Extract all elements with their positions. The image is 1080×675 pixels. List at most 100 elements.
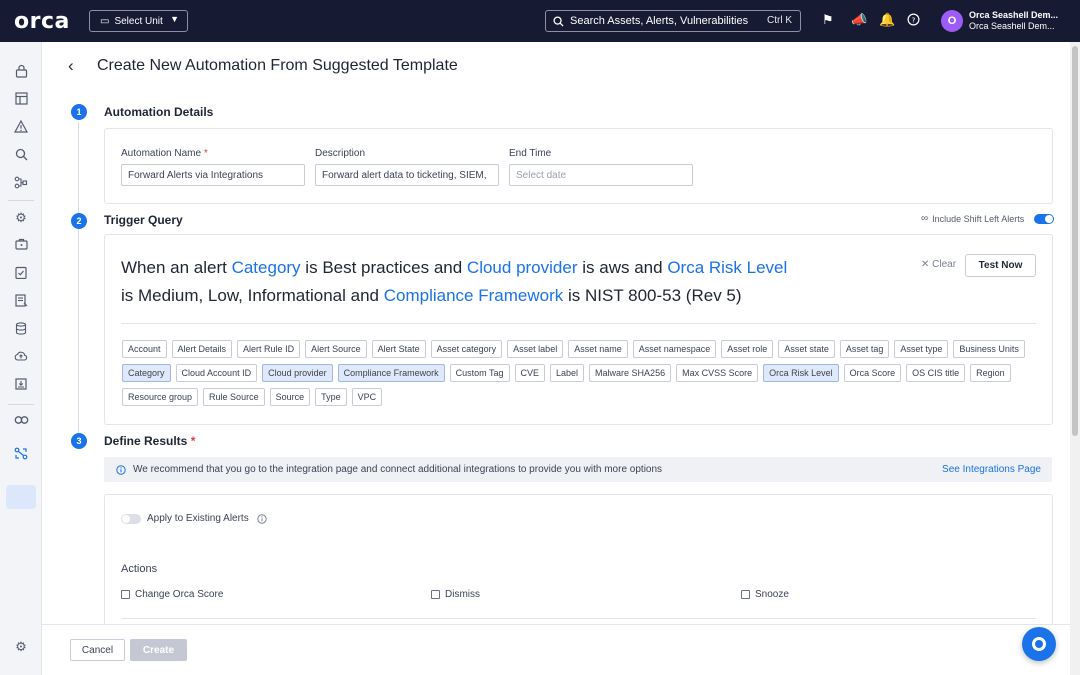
cloud-upload-icon[interactable]	[13, 350, 29, 366]
step-2-badge: 2	[71, 213, 87, 229]
chevron-down-icon: ▼	[170, 14, 179, 24]
announcement-icon[interactable]: 📣	[851, 13, 867, 27]
query-text: is	[305, 258, 318, 277]
checkbox[interactable]	[121, 590, 130, 599]
field-chip[interactable]: Max CVSS Score	[676, 364, 759, 382]
field-chip[interactable]: Asset category	[430, 340, 503, 358]
info-icon[interactable]	[257, 513, 267, 524]
apply-existing-toggle[interactable]	[121, 513, 141, 524]
field-chip[interactable]: Asset label	[507, 340, 564, 358]
scrollbar-thumb[interactable]	[1072, 46, 1078, 436]
orca-logo[interactable]: orca	[14, 9, 70, 34]
field-chip[interactable]: Alert Source	[305, 340, 367, 358]
select-unit-label: Select Unit	[114, 15, 163, 27]
field-chip[interactable]: CVE	[514, 364, 546, 382]
field-chip[interactable]: Custom Tag	[449, 364, 510, 382]
global-search[interactable]: Search Assets, Alerts, Vulnerabilities C…	[545, 10, 801, 32]
description-label: Description	[315, 148, 366, 159]
field-chip[interactable]: Label	[550, 364, 585, 382]
cancel-button[interactable]: Cancel	[70, 639, 125, 661]
clear-query-button[interactable]: ✕ Clear	[921, 259, 956, 270]
apply-existing-label: Apply to Existing Alerts	[147, 513, 249, 524]
select-unit-dropdown[interactable]: ▭ Select Unit ▼	[89, 10, 188, 32]
dashboard-icon[interactable]	[13, 92, 29, 108]
query-value-category[interactable]: Best practices	[322, 258, 429, 277]
field-chip[interactable]: Compliance Framework	[337, 364, 445, 382]
field-chip[interactable]: Malware SHA256	[589, 364, 672, 382]
shield-icon[interactable]: ⚙	[13, 210, 29, 226]
search-placeholder: Search Assets, Alerts, Vulnerabilities	[570, 15, 749, 27]
query-divider	[121, 323, 1036, 324]
automation-name-label: Automation Name *	[121, 148, 208, 159]
query-field-compliance[interactable]: Compliance Framework	[384, 286, 564, 305]
field-chip[interactable]: Asset name	[568, 340, 628, 358]
see-integrations-link[interactable]: See Integrations Page	[942, 464, 1041, 475]
test-now-button[interactable]: Test Now	[965, 254, 1036, 277]
alert-triangle-icon[interactable]	[13, 119, 29, 136]
field-chip[interactable]: Orca Risk Level	[763, 364, 839, 382]
query-field-cloud-provider[interactable]: Cloud provider	[467, 258, 578, 277]
page-title: Create New Automation From Suggested Tem…	[97, 57, 458, 74]
settings-gear-icon[interactable]: ⚙	[13, 639, 29, 655]
field-chip[interactable]: Rule Source	[203, 388, 265, 406]
lock-icon[interactable]	[13, 64, 29, 80]
checkbox[interactable]	[741, 590, 750, 599]
bell-icon[interactable]: 🔔	[879, 13, 895, 27]
field-chip[interactable]: OS CIS title	[906, 364, 966, 382]
field-chip[interactable]: Cloud provider	[262, 364, 333, 382]
page-scrollbar[interactable]	[1070, 42, 1080, 675]
field-chip[interactable]: Resource group	[122, 388, 199, 406]
field-chip[interactable]: Type	[315, 388, 347, 406]
field-chip[interactable]: Orca Score	[843, 364, 902, 382]
action-label: Snooze	[755, 589, 789, 600]
query-field-risk-level[interactable]: Orca Risk Level	[667, 258, 787, 277]
field-chip[interactable]: Asset state	[778, 340, 835, 358]
field-chip[interactable]: VPC	[351, 388, 383, 406]
action-dismiss[interactable]: Dismiss	[431, 589, 480, 600]
field-chip[interactable]: Cloud Account ID	[175, 364, 258, 382]
inbox-icon[interactable]	[13, 378, 29, 394]
search-icon[interactable]	[13, 148, 29, 164]
svg-text:?: ?	[912, 15, 916, 24]
query-field-category[interactable]: Category	[232, 258, 301, 277]
query-value-risk-level[interactable]: Medium, Low, Informational	[138, 286, 346, 305]
query-value-compliance[interactable]: NIST 800-53 (Rev 5)	[585, 286, 742, 305]
integrations-icon[interactable]	[13, 413, 29, 429]
field-chip[interactable]: Asset tag	[839, 340, 890, 358]
report-icon[interactable]	[13, 294, 29, 310]
field-chip[interactable]: Alert Rule ID	[237, 340, 301, 358]
field-chip[interactable]: Region	[970, 364, 1011, 382]
graph-icon[interactable]	[13, 176, 29, 192]
action-change-orca-score[interactable]: Change Orca Score	[121, 589, 223, 600]
automation-details-title: Automation Details	[104, 105, 214, 119]
description-input[interactable]: Forward alert data to ticketing, SIEM,	[315, 164, 499, 186]
field-chip[interactable]: Account	[122, 340, 167, 358]
automation-icon[interactable]	[13, 447, 29, 463]
briefcase-icon[interactable]	[13, 238, 29, 254]
checkbox[interactable]	[431, 590, 440, 599]
field-chip[interactable]: Category	[122, 364, 171, 382]
field-chip[interactable]: Asset type	[894, 340, 949, 358]
shift-left-toggle[interactable]	[1034, 213, 1055, 224]
field-chip[interactable]: Source	[269, 388, 311, 406]
create-button[interactable]: Create	[130, 639, 187, 661]
end-time-datepicker[interactable]: Select date	[509, 164, 693, 186]
field-chip[interactable]: Alert Details	[171, 340, 233, 358]
field-chip[interactable]: Asset role	[721, 340, 774, 358]
field-chip[interactable]: Alert State	[371, 340, 426, 358]
field-chip[interactable]: Asset namespace	[632, 340, 717, 358]
query-value-cloud-provider[interactable]: aws	[599, 258, 629, 277]
org-switcher[interactable]: Orca Seashell Dem... Orca Seashell Dem..…	[969, 10, 1058, 32]
automation-name-input[interactable]: Forward Alerts via Integrations	[121, 164, 305, 186]
action-snooze[interactable]: Snooze	[741, 589, 789, 600]
shift-left-label: Include Shift Left Alerts	[932, 213, 1025, 224]
flag-icon[interactable]: ⚑	[822, 13, 834, 27]
field-chip[interactable]: Business Units	[953, 340, 1025, 358]
chat-assistant-button[interactable]	[1022, 627, 1056, 661]
avatar[interactable]: O	[941, 10, 963, 32]
clipboard-check-icon[interactable]	[13, 266, 29, 282]
top-bar: orca ▭ Select Unit ▼ Search Assets, Aler…	[0, 0, 1080, 42]
database-icon[interactable]	[13, 322, 29, 338]
help-icon[interactable]: ?	[907, 13, 920, 29]
back-arrow-icon[interactable]: ‹	[68, 56, 74, 76]
